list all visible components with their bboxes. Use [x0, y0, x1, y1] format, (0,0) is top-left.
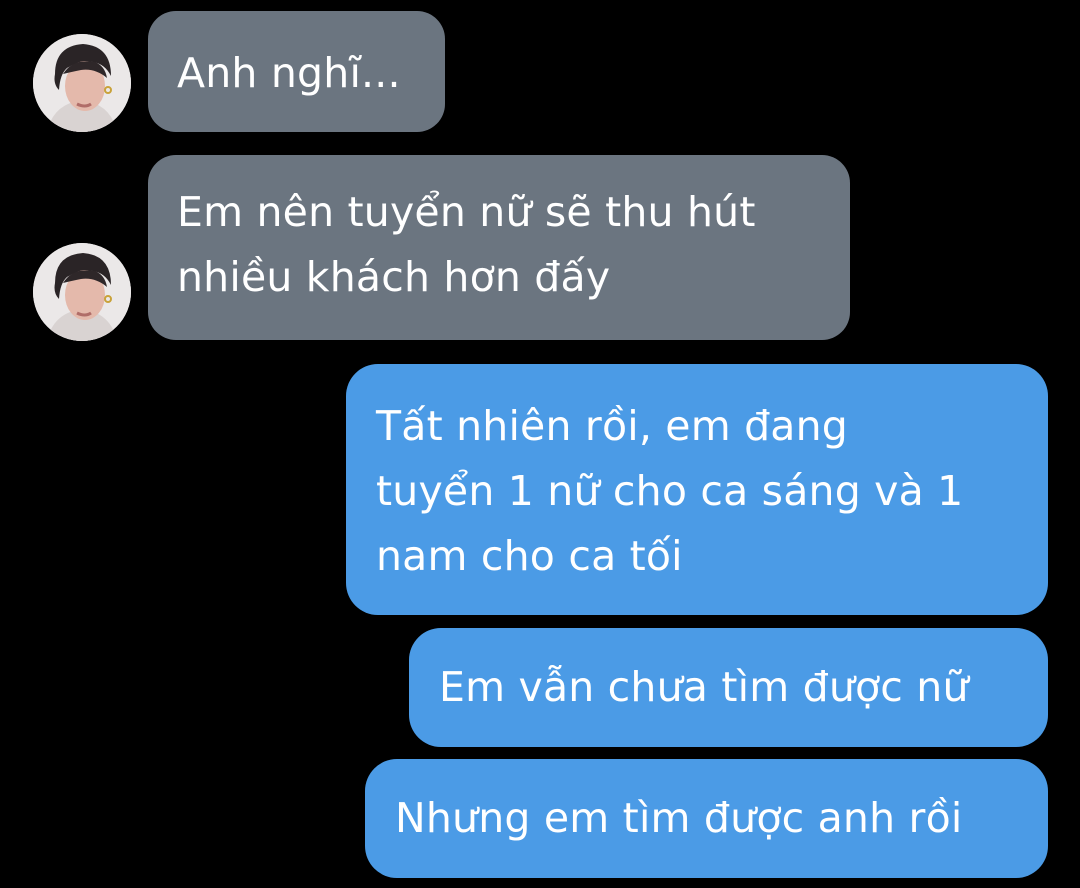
outgoing-message[interactable]: Nhưng em tìm được anh rồi	[365, 759, 1048, 878]
incoming-message[interactable]: Anh nghĩ...	[148, 11, 445, 132]
outgoing-message[interactable]: Em vẫn chưa tìm được nữ	[409, 628, 1048, 747]
message-text-line: Em nên tuyển nữ sẽ thu hút	[177, 188, 756, 236]
contact-avatar[interactable]	[33, 243, 131, 341]
message-text-line: tuyển 1 nữ cho ca sáng và 1	[376, 467, 964, 515]
message-text: Nhưng em tìm được anh rồi	[395, 794, 963, 842]
message-text: Em vẫn chưa tìm được nữ	[439, 663, 969, 711]
outgoing-message[interactable]: Tất nhiên rồi, em đang tuyển 1 nữ cho ca…	[346, 364, 1048, 615]
message-text: Anh nghĩ...	[177, 49, 401, 97]
contact-avatar[interactable]	[33, 34, 131, 132]
message-text-line: nhiều khách hơn đấy	[177, 253, 611, 301]
avatar-photo-icon	[33, 34, 131, 132]
message-text-line: Tất nhiên rồi, em đang	[376, 402, 849, 450]
avatar-photo-icon	[33, 243, 131, 341]
incoming-message[interactable]: Em nên tuyển nữ sẽ thu hút nhiều khách h…	[148, 155, 850, 340]
message-text-line: nam cho ca tối	[376, 532, 683, 580]
